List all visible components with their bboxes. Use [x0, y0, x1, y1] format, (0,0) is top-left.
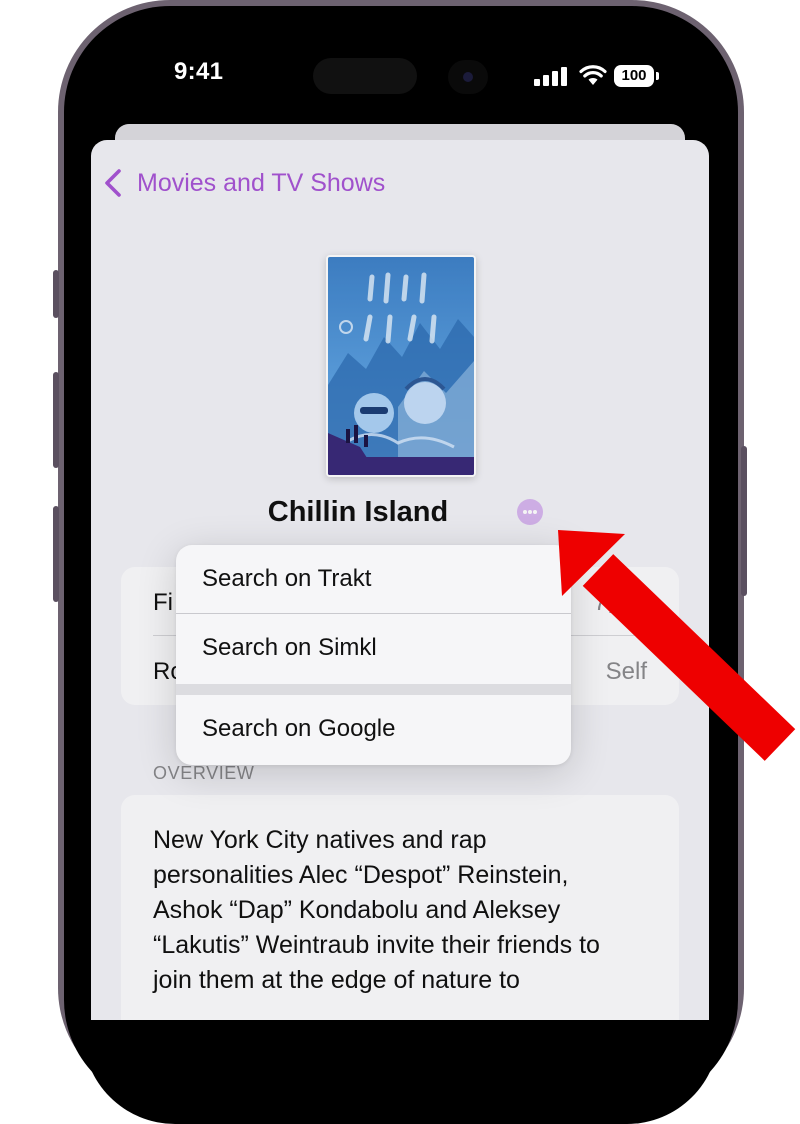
overview-card: New York City natives and rap personalit…: [121, 795, 679, 1020]
overview-line: Ashok “Dap” Kondabolu and Aleksey: [153, 896, 561, 924]
first-aired-value: 7, 20: [593, 589, 647, 616]
poster-artwork: [328, 257, 474, 475]
action-button: [53, 270, 59, 318]
menu-item-label: Search on Google: [202, 715, 396, 742]
back-label: Movies and TV Shows: [137, 168, 386, 197]
search-google-item[interactable]: Search on Google: [176, 695, 571, 763]
ellipsis-icon: [533, 510, 537, 514]
search-simkl-item[interactable]: Search on Simkl: [176, 614, 571, 682]
battery-indicator: 100: [614, 65, 654, 87]
overview-text: New York City natives and rap personalit…: [153, 823, 661, 998]
volume-up-button: [53, 372, 59, 468]
overview-line: join them at the edge of nature to: [153, 966, 520, 994]
volume-down-button: [53, 506, 59, 602]
more-options-button[interactable]: [517, 499, 543, 525]
battery-nub: [656, 72, 659, 80]
overview-header: OVERVIEW: [153, 763, 255, 783]
overview-line: “Lakutis” Weintraub invite their friends…: [153, 931, 600, 959]
chevron-left-icon: [105, 169, 121, 197]
overview-line: New York City natives and rap: [153, 826, 487, 854]
side-button: [741, 446, 747, 596]
menu-group-gap: [176, 684, 571, 695]
wifi-icon: [579, 65, 607, 85]
ellipsis-icon: [523, 510, 527, 514]
cellular-signal-icon: [534, 66, 568, 86]
dynamic-island: [313, 58, 417, 94]
back-button[interactable]: Movies and TV Shows: [103, 168, 385, 198]
show-title: Chillin Island: [267, 496, 449, 528]
show-poster: [326, 255, 476, 477]
search-trakt-item[interactable]: Search on Trakt: [176, 545, 571, 613]
status-time: 9:41: [174, 58, 224, 85]
menu-item-label: Search on Simkl: [202, 634, 377, 661]
ellipsis-icon: [528, 510, 532, 514]
camera-icon: [448, 60, 488, 94]
context-menu: Search on Trakt Search on Simkl Search o…: [176, 545, 571, 765]
role-value: Self: [605, 658, 647, 685]
overview-line: personalities Alec “Despot” Reinstein,: [153, 861, 569, 889]
menu-item-label: Search on Trakt: [202, 565, 372, 592]
first-aired-label: Fi: [153, 589, 173, 616]
